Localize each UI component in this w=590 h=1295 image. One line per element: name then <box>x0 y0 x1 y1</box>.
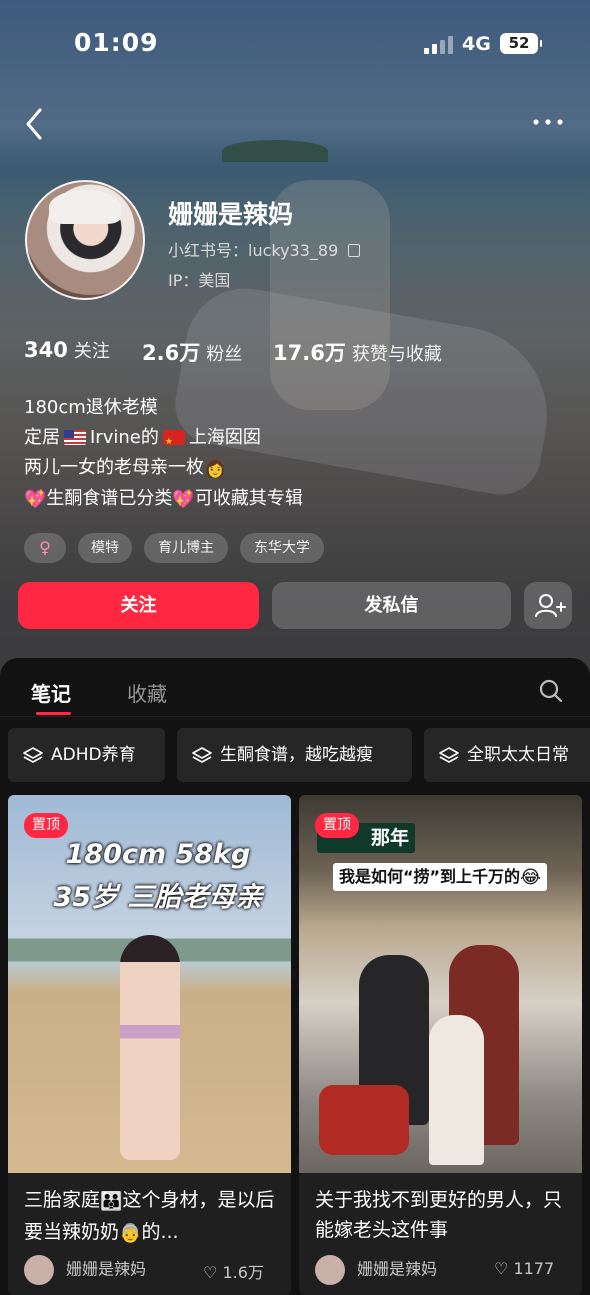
heart-icon: ♡ <box>203 1263 223 1282</box>
follow-button[interactable]: 关注 <box>18 582 259 629</box>
stat-followers-label: 粉丝 <box>206 344 243 365</box>
bio-line-2-b: Irvine的 <box>90 427 159 448</box>
note-cover-image: 那年 我是如何“捞”到上千万的😂 <box>299 795 582 1173</box>
collection-chip-keto[interactable]: 生酮食谱，越吃越瘦 <box>177 728 412 782</box>
likes-count: 1.6万 <box>222 1263 264 1282</box>
author-name: 姗姗是辣妈 <box>66 1259 147 1279</box>
sparkling-heart-icon: 💖 <box>24 489 47 510</box>
collection-chip-label: 全职太太日常 <box>467 745 569 765</box>
profile-name: 姗姗是辣妈 <box>168 200 294 229</box>
stat-likes-label: 获赞与收藏 <box>351 344 442 365</box>
stat-likes[interactable]: 17.6万 获赞与收藏 <box>273 337 442 367</box>
woman-emoji-icon: 👩 <box>204 458 227 479</box>
sparkling-heart-icon: 💖 <box>172 489 195 510</box>
note-title: 关于我找不到更好的男人，只能嫁老头这件事 <box>315 1189 563 1241</box>
avatar[interactable] <box>25 180 145 300</box>
collection-chip-label: 生酮食谱，越吃越瘦 <box>220 745 373 765</box>
search-icon[interactable] <box>538 678 564 704</box>
collection-chip-adhd[interactable]: ADHD养育 <box>8 728 165 782</box>
note-title: 三胎家庭👪这个身材，是以后要当辣奶奶👵的... <box>24 1185 279 1249</box>
bio-line-4-a: 生酮食谱已分类 <box>46 488 173 509</box>
avatar-hat-shape <box>49 190 121 224</box>
cover-sign-caption: 我是如何“捞”到上千万的😂 <box>333 863 548 891</box>
stat-following[interactable]: 340 关注 <box>24 337 110 363</box>
tag-parenting[interactable]: 育儿博主 <box>144 533 228 563</box>
heart-icon: ♡ <box>494 1259 514 1278</box>
bio-line-3: 两儿一女的老母亲一枚👩 <box>24 453 303 484</box>
stat-followers[interactable]: 2.6万 粉丝 <box>142 337 242 367</box>
note-card[interactable]: 180cm 58kg 35岁 三胎老母亲 置顶 三胎家庭👪这个身材，是以后要当辣… <box>8 795 291 1295</box>
layers-icon <box>439 747 459 763</box>
status-bar: 01:09 4G 52 <box>0 0 590 90</box>
signal-icon <box>424 34 454 54</box>
note-author[interactable]: 姗姗是辣妈 <box>315 1255 437 1285</box>
more-icon[interactable] <box>530 108 566 136</box>
note-cover-image: 180cm 58kg 35岁 三胎老母亲 <box>8 795 291 1173</box>
note-author[interactable]: 姗姗是辣妈 <box>24 1255 146 1285</box>
tag-model[interactable]: 模特 <box>78 533 132 563</box>
network-label: 4G <box>462 33 491 55</box>
china-flag-icon <box>162 427 185 457</box>
red-id-text: 小红书号：lucky33_89 <box>168 241 339 260</box>
island-shape <box>222 140 328 162</box>
bio-line-2-a: 定居 <box>24 427 60 448</box>
bio-line-4: 💖生酮食谱已分类💖可收藏其专辑 <box>24 484 303 515</box>
add-friend-icon <box>535 594 566 617</box>
pinned-badge: 置顶 <box>24 813 68 838</box>
status-time: 01:09 <box>74 28 159 57</box>
red-id: 小红书号：lucky33_89 <box>168 237 361 261</box>
cover-headline-2: 35岁 三胎老母亲 <box>53 882 263 913</box>
layers-icon <box>192 747 212 763</box>
gender-female-icon: ♀ <box>24 533 66 563</box>
pinned-badge: 置顶 <box>315 813 359 838</box>
tab-notes[interactable]: 笔记 <box>31 678 71 707</box>
tab-collections[interactable]: 收藏 <box>127 678 167 707</box>
layers-icon <box>23 747 43 763</box>
battery-icon: 52 <box>500 33 542 54</box>
profile-bio: 180cm退休老模 定居 Irvine的 上海囡囡 两儿一女的老母亲一枚👩 💖生酮食… <box>24 393 303 515</box>
tag-university[interactable]: 东华大学 <box>240 533 324 563</box>
family-photo-shape <box>319 945 559 1165</box>
bio-line-2: 定居 Irvine的 上海囡囡 <box>24 423 303 457</box>
author-avatar <box>315 1255 345 1285</box>
stat-likes-value: 17.6万 <box>273 341 346 365</box>
note-title-a: 三胎家庭 <box>24 1189 101 1211</box>
us-flag-icon <box>64 430 86 445</box>
stat-following-value: 340 <box>24 338 68 362</box>
add-friend-button[interactable] <box>524 582 572 629</box>
message-button[interactable]: 发私信 <box>272 582 511 629</box>
note-title-c: 的... <box>141 1221 179 1243</box>
stat-followers-value: 2.6万 <box>142 341 201 365</box>
stat-following-label: 关注 <box>73 341 110 362</box>
collection-chips: ADHD养育 生酮食谱，越吃越瘦 全职太太日常 <box>0 728 590 784</box>
note-likes[interactable]: ♡ 1177 <box>494 1259 554 1278</box>
note-likes[interactable]: ♡ 1.6万 <box>203 1259 264 1283</box>
author-name: 姗姗是辣妈 <box>357 1259 438 1279</box>
grandma-emoji-icon: 👵 <box>119 1223 142 1244</box>
bio-line-1: 180cm退休老模 <box>24 397 158 418</box>
tab-divider <box>0 716 590 717</box>
bio-line-3-text: 两儿一女的老母亲一枚 <box>24 457 204 478</box>
family-emoji-icon: 👪 <box>100 1191 123 1212</box>
cover-headline-1: 180cm 58kg <box>65 839 251 870</box>
back-icon[interactable] <box>22 106 52 142</box>
active-tab-indicator <box>36 712 71 715</box>
bio-line-4-b: 可收藏其专辑 <box>194 488 303 509</box>
likes-count: 1177 <box>513 1259 555 1278</box>
bio-line-2-c: 上海囡囡 <box>188 427 261 448</box>
ip-location: IP：美国 <box>168 271 231 290</box>
notes-panel: 笔记 收藏 ADHD养育 生酮食谱，越吃越瘦 全职太太日常 180cm 58kg… <box>0 658 590 1295</box>
model-figure-shape <box>120 935 180 1160</box>
note-card[interactable]: 那年 我是如何“捞”到上千万的😂 置顶 关于我找不到更好的男人，只能嫁老头这件事… <box>299 795 582 1295</box>
laughing-emoji-icon: 😂 <box>520 867 542 888</box>
cover-sign-caption-text: 我是如何“捞”到上千万的 <box>339 867 521 886</box>
collection-chip-housewife[interactable]: 全职太太日常 <box>424 728 590 782</box>
collection-chip-label: ADHD养育 <box>51 745 136 765</box>
author-avatar <box>24 1255 54 1285</box>
copy-icon[interactable] <box>348 244 361 257</box>
